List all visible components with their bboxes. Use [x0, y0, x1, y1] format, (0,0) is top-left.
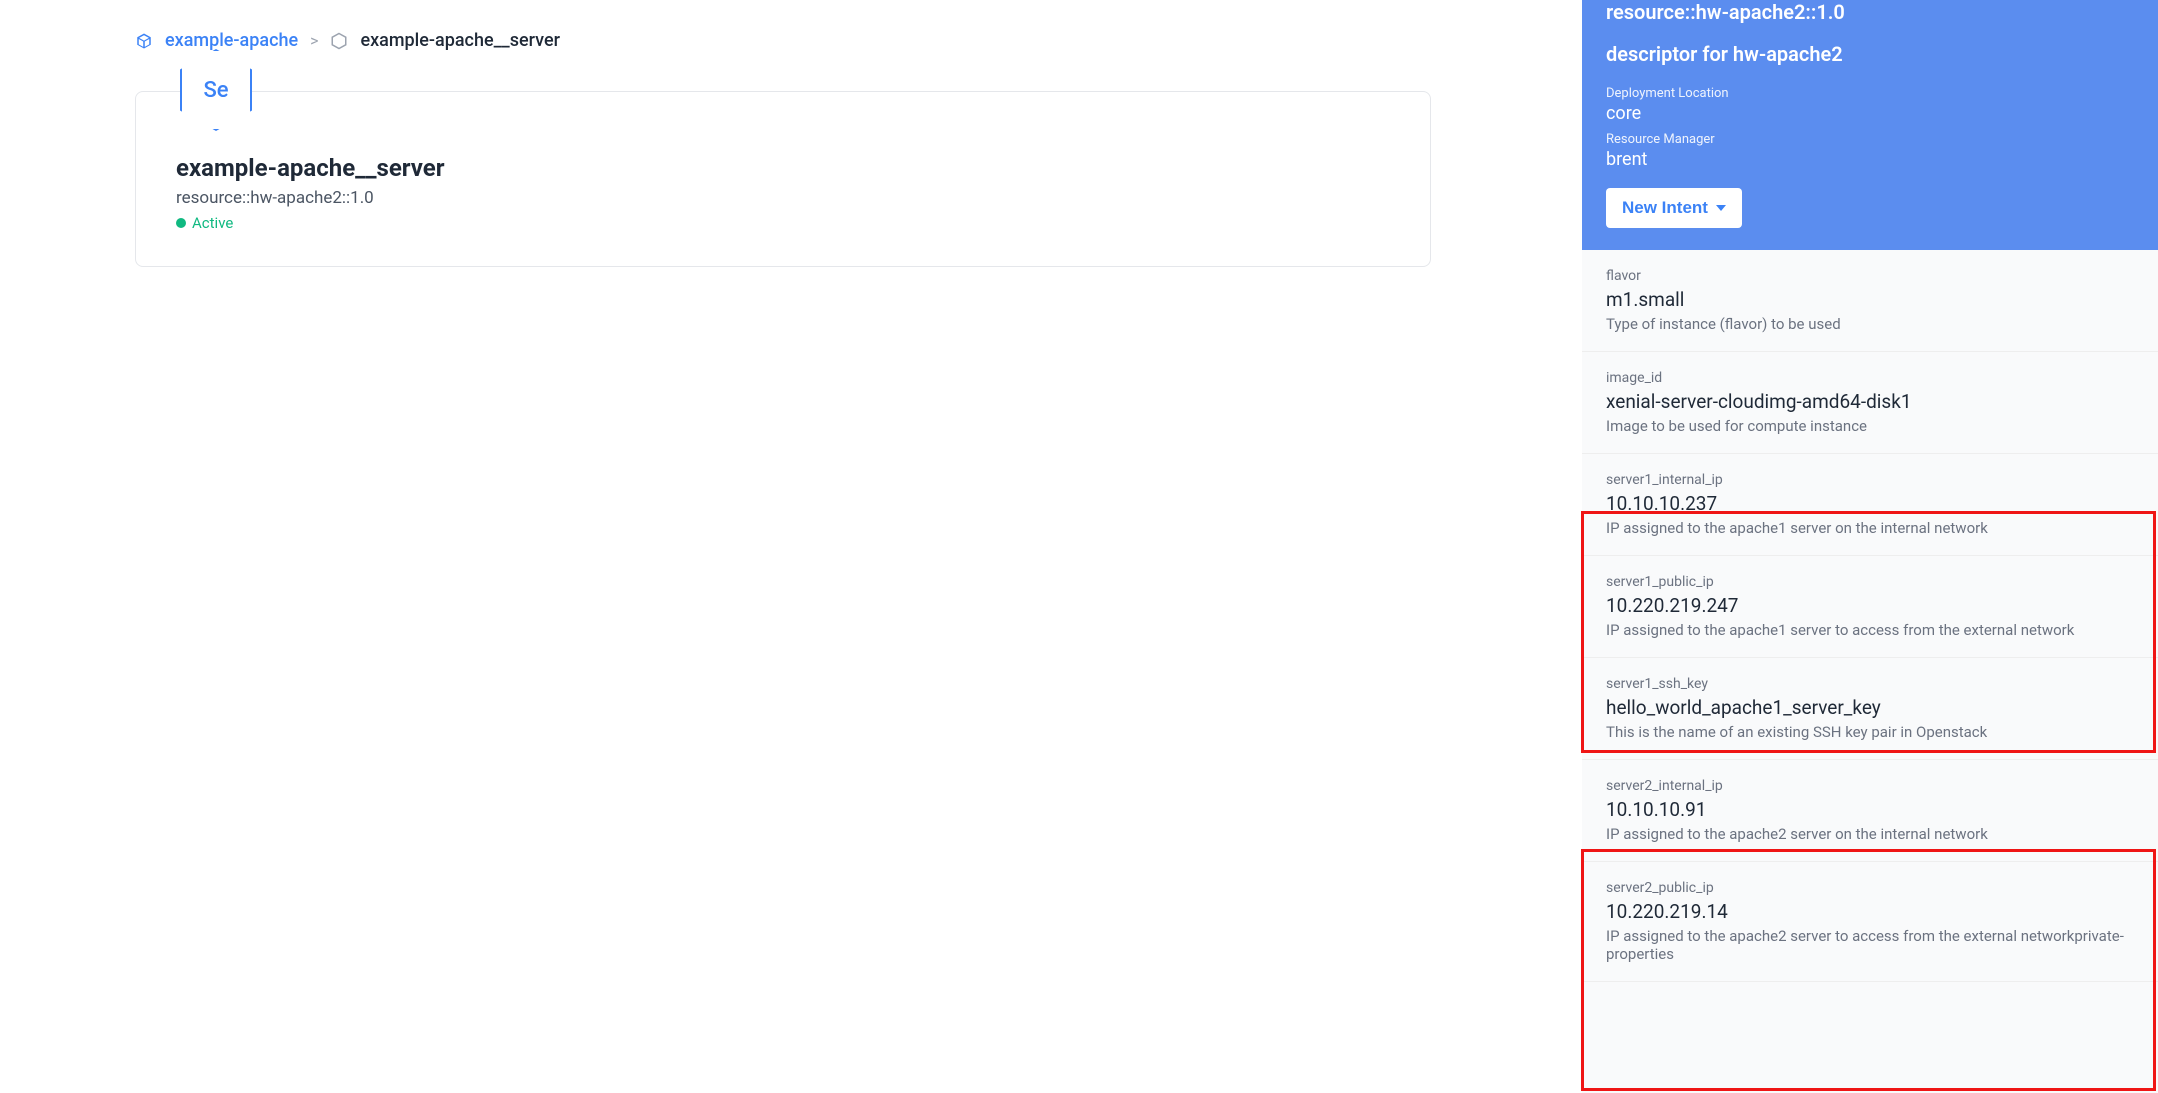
property-item[interactable]: server2_internal_ip 10.10.10.91 IP assig…	[1582, 760, 2158, 862]
details-panel: resource::hw-apache2::1.0 descriptor for…	[1582, 0, 2158, 1093]
property-item[interactable]: server1_public_ip 10.220.219.247 IP assi…	[1582, 556, 2158, 658]
breadcrumb-parent-link[interactable]: example-apache	[165, 30, 298, 51]
hexagon-label: Se	[203, 78, 228, 103]
resource-manager-label: Resource Manager	[1606, 132, 2134, 147]
deployment-location-value: core	[1606, 103, 2134, 124]
server-card[interactable]: example-apache__server resource::hw-apac…	[135, 91, 1431, 267]
status-dot-icon	[176, 218, 186, 228]
status-row: Active	[176, 214, 1390, 232]
property-description: Type of instance (flavor) to be used	[1606, 315, 2134, 333]
new-intent-label: New Intent	[1622, 198, 1708, 218]
property-item[interactable]: flavor m1.small Type of instance (flavor…	[1582, 250, 2158, 352]
panel-resource-title: resource::hw-apache2::1.0	[1606, 0, 2134, 42]
property-value: 10.10.10.91	[1606, 798, 2134, 821]
property-value: xenial-server-cloudimg-amd64-disk1	[1606, 390, 2134, 413]
property-description: Image to be used for compute instance	[1606, 417, 2134, 435]
main-content: example-apache > example-apache__server …	[0, 0, 1580, 267]
card-subtitle: resource::hw-apache2::1.0	[176, 188, 1390, 208]
properties-list: flavor m1.small Type of instance (flavor…	[1582, 250, 2158, 982]
property-key: server1_internal_ip	[1606, 472, 2134, 488]
property-description: IP assigned to the apache2 server on the…	[1606, 825, 2134, 843]
property-key: server2_public_ip	[1606, 880, 2134, 896]
property-description: IP assigned to the apache2 server to acc…	[1606, 927, 2134, 963]
caret-down-icon	[1716, 205, 1726, 211]
hexagon-icon	[330, 32, 348, 50]
property-item[interactable]: image_id xenial-server-cloudimg-amd64-di…	[1582, 352, 2158, 454]
property-item[interactable]: server1_ssh_key hello_world_apache1_serv…	[1582, 658, 2158, 760]
new-intent-button[interactable]: New Intent	[1606, 188, 1742, 228]
deployment-location-label: Deployment Location	[1606, 86, 2134, 101]
breadcrumb-current: example-apache__server	[360, 30, 559, 51]
property-key: server1_public_ip	[1606, 574, 2134, 590]
property-key: flavor	[1606, 268, 2134, 284]
resource-manager-value: brent	[1606, 149, 2134, 170]
property-key: server2_internal_ip	[1606, 778, 2134, 794]
breadcrumb: example-apache > example-apache__server	[135, 30, 1580, 51]
property-description: This is the name of an existing SSH key …	[1606, 723, 2134, 741]
card-container: Se example-apache__server resource::hw-a…	[135, 91, 1580, 267]
status-text: Active	[192, 214, 233, 232]
cube-icon	[135, 32, 153, 50]
property-item[interactable]: server1_internal_ip 10.10.10.237 IP assi…	[1582, 454, 2158, 556]
panel-descriptor: descriptor for hw-apache2	[1606, 42, 2134, 86]
property-value: m1.small	[1606, 288, 2134, 311]
property-value: 10.10.10.237	[1606, 492, 2134, 515]
property-description: IP assigned to the apache1 server to acc…	[1606, 621, 2134, 639]
card-title: example-apache__server	[176, 154, 1390, 182]
property-item[interactable]: server2_public_ip 10.220.219.14 IP assig…	[1582, 862, 2158, 982]
property-description: IP assigned to the apache1 server on the…	[1606, 519, 2134, 537]
property-key: image_id	[1606, 370, 2134, 386]
hexagon-badge: Se	[180, 49, 252, 131]
property-value: 10.220.219.247	[1606, 594, 2134, 617]
property-key: server1_ssh_key	[1606, 676, 2134, 692]
panel-header: resource::hw-apache2::1.0 descriptor for…	[1582, 0, 2158, 250]
property-value: 10.220.219.14	[1606, 900, 2134, 923]
property-value: hello_world_apache1_server_key	[1606, 696, 2134, 719]
breadcrumb-separator: >	[310, 31, 318, 50]
